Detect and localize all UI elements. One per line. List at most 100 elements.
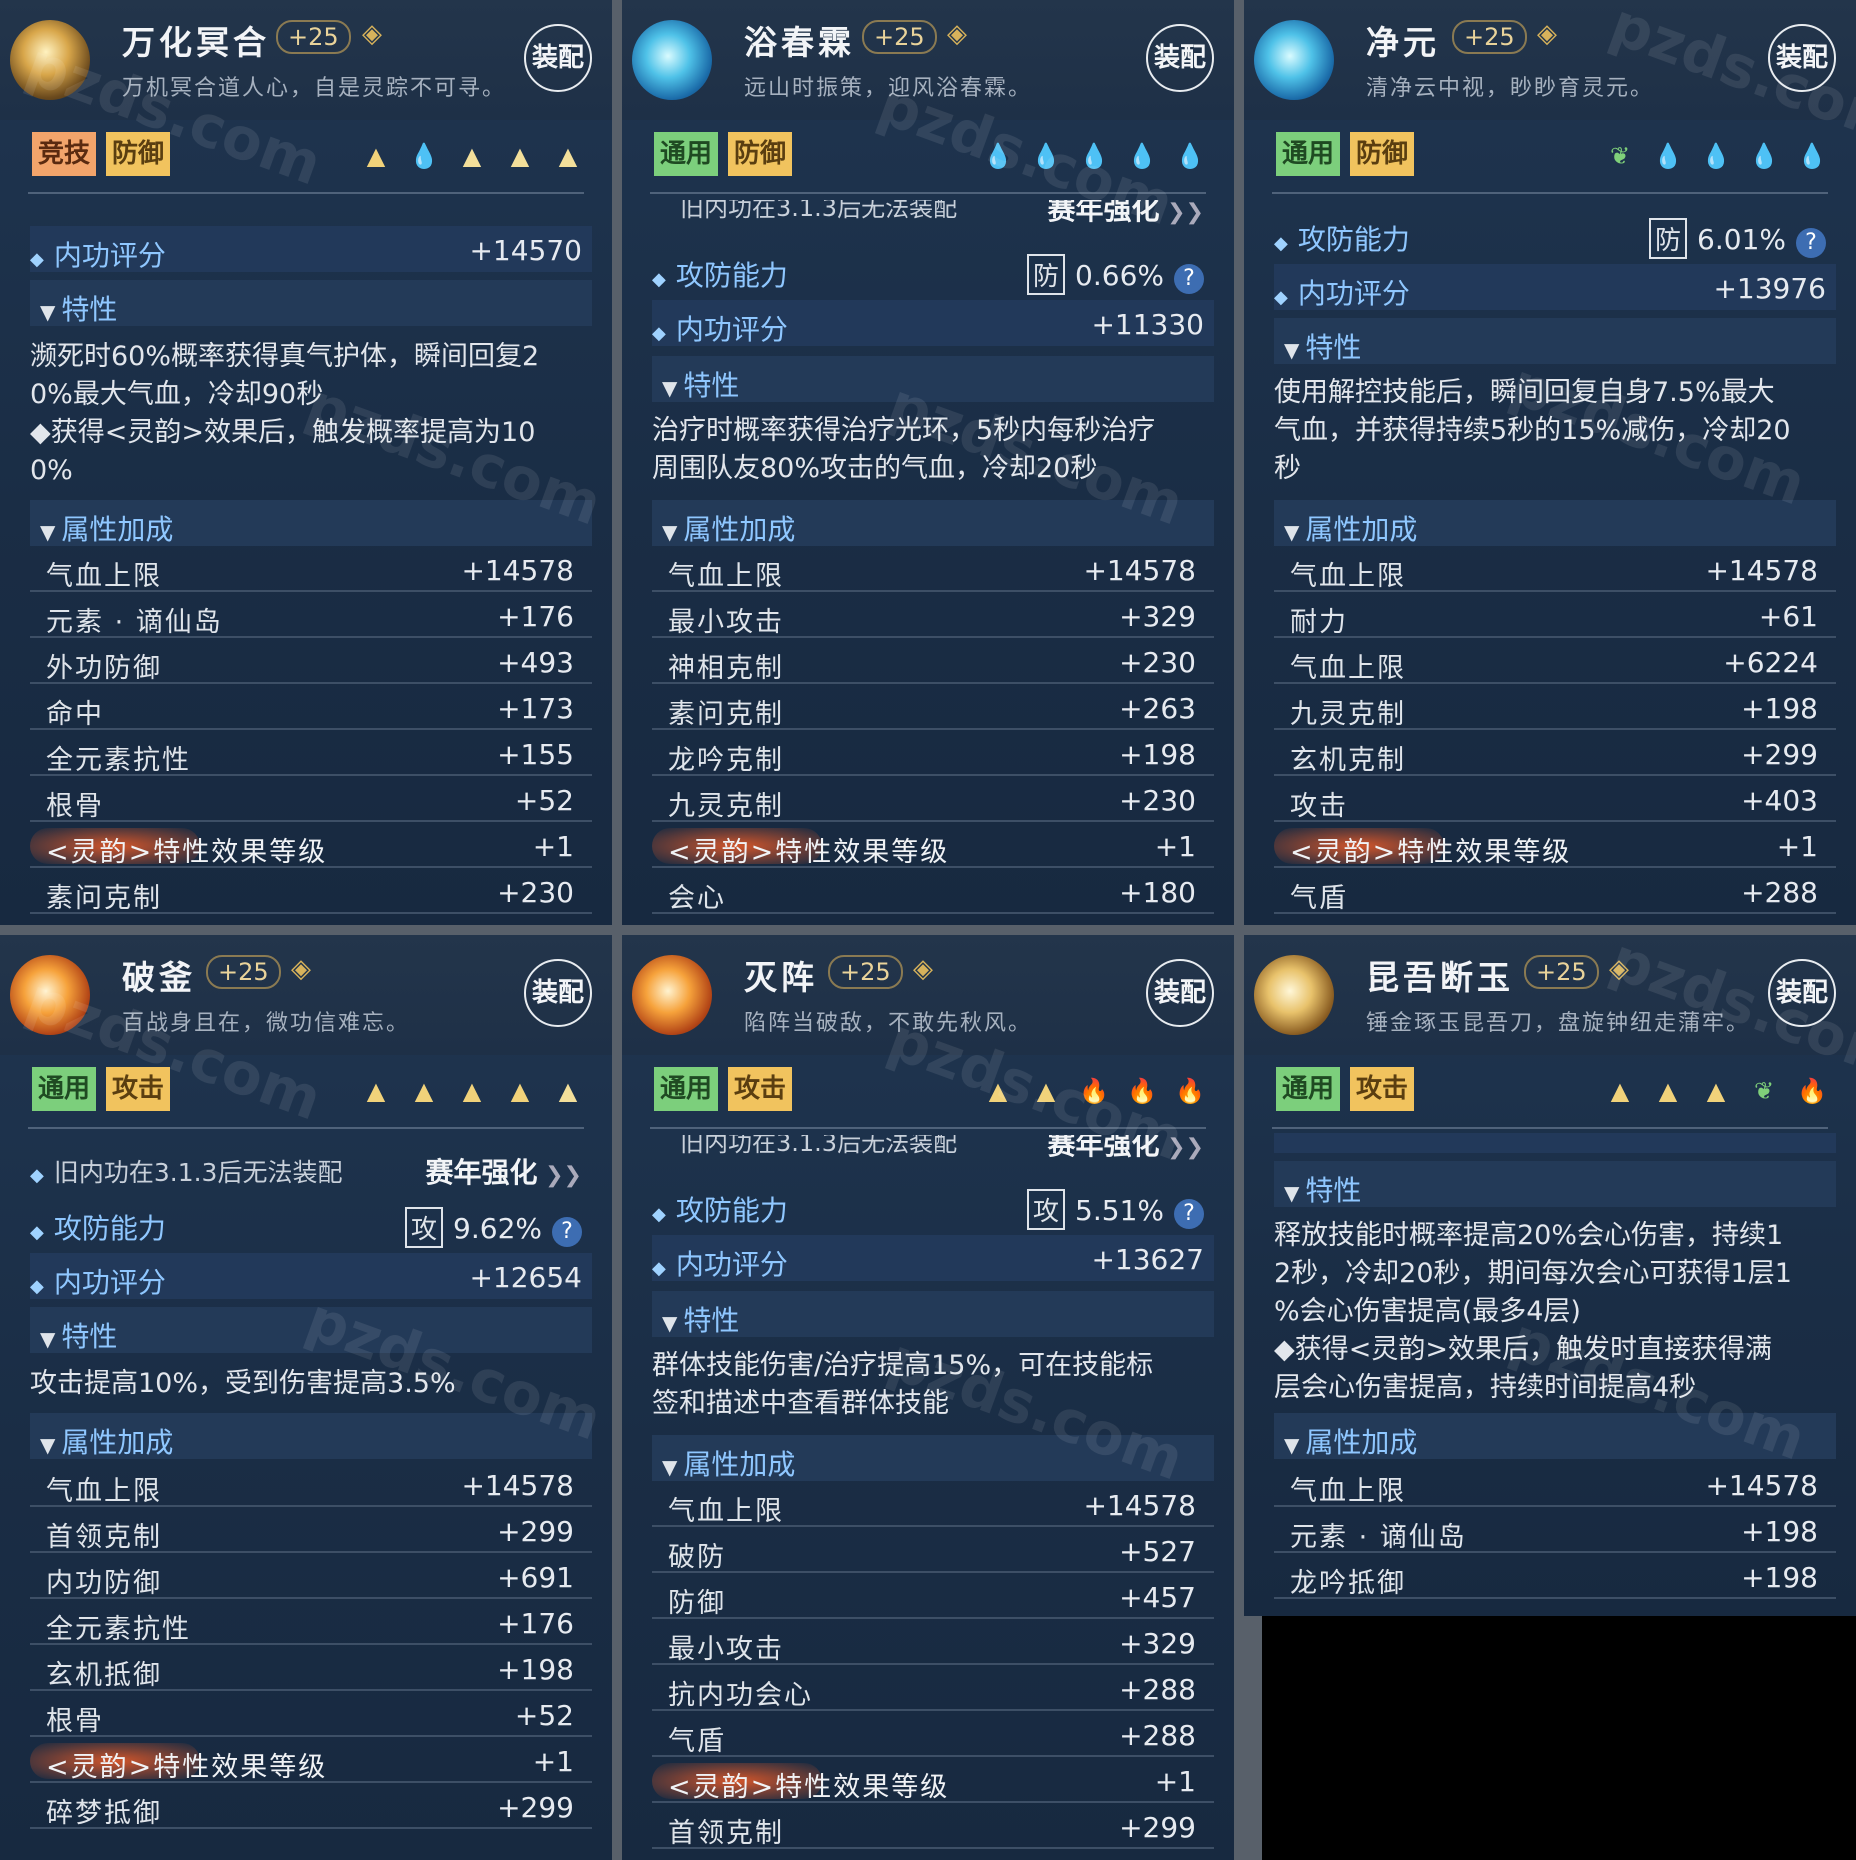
- mountain-icon: ▲: [558, 1077, 578, 1105]
- diamond-bullet-icon: ◆: [1274, 233, 1288, 254]
- score-row-clipped: [1274, 1133, 1836, 1153]
- attr-row: 玄机克制 +299: [1274, 734, 1836, 776]
- trait-section-header[interactable]: 特性: [1274, 318, 1836, 364]
- card-quote: 万机冥合道人心，自是灵踪不可寻。: [122, 76, 507, 101]
- trait-section-header[interactable]: 特性: [652, 356, 1214, 402]
- diamond-bullet-icon: ◆: [30, 249, 44, 270]
- help-icon[interactable]: ?: [1174, 1199, 1204, 1229]
- tag-arena: 竞技: [32, 132, 97, 176]
- equip-button[interactable]: 装配: [1768, 959, 1836, 1027]
- attr-section-header[interactable]: 属性加成: [30, 1413, 592, 1459]
- equip-button[interactable]: 装配: [1146, 959, 1214, 1027]
- card-quote: 百战身且在，微功信难忘。: [122, 1011, 411, 1036]
- diamond-bullet-icon: ◆: [1274, 287, 1288, 308]
- diamond-lock-icon[interactable]: ◈: [1602, 952, 1636, 986]
- diamond-bullet-icon: ◆: [652, 269, 666, 290]
- divider: [28, 192, 584, 194]
- attr-row: 攻击 +403: [1274, 780, 1836, 822]
- mountain-icon: ▲: [1658, 1077, 1678, 1105]
- card-title: 破釜: [122, 958, 196, 997]
- atkdef-value: 5.51%: [1075, 1194, 1164, 1227]
- attr-section-header[interactable]: 属性加成: [652, 1435, 1214, 1481]
- help-icon[interactable]: ?: [1796, 228, 1826, 258]
- attr-row: 气血上限 +14578: [652, 1485, 1214, 1527]
- atkdef-row: ◆ 攻防能力 防 6.01%?: [1274, 210, 1836, 259]
- attr-row: 防御 +457: [652, 1577, 1214, 1619]
- defense-badge: 防: [1649, 218, 1688, 259]
- trait-line: 0%: [30, 455, 73, 486]
- slot-icons: ❦ 💧 💧 💧 💧: [1588, 140, 1828, 172]
- score-label: 内功评分: [53, 1266, 166, 1299]
- attr-section-header[interactable]: 属性加成: [30, 500, 592, 546]
- section-title: 特性: [662, 1299, 739, 1339]
- diamond-lock-icon[interactable]: ◈: [906, 952, 940, 986]
- old-notice-row[interactable]: ◆ 旧内功在3.1.3后无法装配 赛年强化: [30, 1145, 592, 1191]
- level-badge: +25: [862, 20, 937, 54]
- tag-row: 通用 防御 ❦ 💧 💧 💧 💧: [1244, 132, 1856, 180]
- diamond-lock-icon[interactable]: ◈: [940, 17, 974, 51]
- attr-row: 九灵克制 +198: [1274, 688, 1836, 730]
- equip-button[interactable]: 装配: [524, 959, 592, 1027]
- divider: [1272, 192, 1828, 194]
- card-quote: 清净云中视，眇眇育灵元。: [1366, 76, 1655, 101]
- old-notice-row[interactable]: 旧内功在3.1.3后无法装配 赛年强化: [652, 1135, 1214, 1165]
- trait-section-header[interactable]: 特性: [30, 1307, 592, 1353]
- divider: [650, 192, 1206, 194]
- attr-row: 气血上限 +14578: [1274, 550, 1836, 592]
- score-label: 内功评分: [53, 239, 166, 272]
- equip-button[interactable]: 装配: [1768, 24, 1836, 92]
- score-label: 内功评分: [675, 1248, 788, 1281]
- trait-section-header[interactable]: 特性: [1274, 1161, 1836, 1207]
- score-value: +14570: [469, 234, 582, 267]
- drop-icon: 💧: [1653, 142, 1683, 170]
- atkdef-label: 攻防能力: [53, 1212, 166, 1245]
- season-enhance-link[interactable]: 赛年强化: [1047, 200, 1204, 228]
- equip-button[interactable]: 装配: [1146, 24, 1214, 92]
- slot-icons: ▲ ▲ ▲ ❦ 🔥: [1588, 1075, 1828, 1107]
- lingyun-attr-row: <灵韵>特性效果等级 +1: [30, 1741, 592, 1783]
- card-header: 净元 +25 ◈ 清净云中视，眇眇育灵元。 装配: [1244, 0, 1856, 120]
- diamond-lock-icon[interactable]: ◈: [1530, 17, 1564, 51]
- lingyun-attr-row: <灵韵>特性效果等级 +1: [652, 1761, 1214, 1803]
- card-title: 昆吾断玉: [1366, 958, 1514, 997]
- section-title: 属性加成: [662, 1443, 795, 1483]
- trait-line: 2秒，冷却20秒，期间每次会心可获得1层1: [1274, 1258, 1792, 1289]
- help-icon[interactable]: ?: [552, 1217, 582, 1247]
- diamond-lock-icon[interactable]: ◈: [355, 17, 389, 51]
- trait-section-header[interactable]: 特性: [652, 1291, 1214, 1337]
- trait-line: 使用解控技能后，瞬间回复自身7.5%最大: [1274, 377, 1775, 408]
- diamond-lock-icon[interactable]: ◈: [284, 952, 318, 986]
- attack-badge: 攻: [1027, 1189, 1066, 1230]
- drop-icon: 💧: [1031, 142, 1061, 170]
- level-badge: +25: [206, 955, 281, 989]
- help-icon[interactable]: ?: [1174, 264, 1204, 294]
- season-enhance-link[interactable]: 赛年强化: [1047, 1135, 1204, 1163]
- old-notice-row[interactable]: 旧内功在3.1.3后无法装配 赛年强化: [652, 200, 1214, 230]
- season-enhance-link[interactable]: 赛年强化: [425, 1151, 582, 1191]
- trait-line: 0%最大气血，冷却90秒: [30, 379, 324, 410]
- mountain-icon: ▲: [414, 1077, 434, 1105]
- attr-section-header[interactable]: 属性加成: [1274, 500, 1836, 546]
- attr-row: 耐力 +61: [1274, 596, 1836, 638]
- lingyun-attr-row: <灵韵>特性效果等级 +1: [1274, 826, 1836, 868]
- trait-line: 治疗时概率获得治疗光环，5秒内每秒治疗: [652, 415, 1156, 446]
- divider: [28, 1127, 584, 1129]
- slot-icons: ▲ ▲ 🔥 🔥 🔥: [966, 1075, 1206, 1107]
- card-header: 灭阵 +25 ◈ 陷阵当破敌，不敢先秋风。 装配: [622, 935, 1234, 1055]
- attr-section-header[interactable]: 属性加成: [652, 500, 1214, 546]
- card-title: 浴春霖: [744, 23, 855, 62]
- card-quote: 锤金琢玉昆吾刀，盘旋钟纽走蒲牢。: [1366, 1011, 1751, 1036]
- attr-row: 会心 +180: [652, 872, 1214, 914]
- attr-section-header[interactable]: 属性加成: [1274, 1413, 1836, 1459]
- atkdef-label: 攻防能力: [1297, 223, 1410, 256]
- attr-row: 玄机抵御 +198: [30, 1649, 592, 1691]
- score-value: +12654: [469, 1261, 582, 1294]
- trait-line: 气血，并获得持续5秒的15%减伤，冷却20: [1274, 415, 1791, 446]
- trait-line: %会心伤害提高(最多4层): [1274, 1296, 1581, 1327]
- trait-section-header[interactable]: 特性: [30, 280, 592, 326]
- mountain-icon: ▲: [1610, 1077, 1630, 1105]
- tag-defense: 防御: [106, 132, 171, 176]
- attr-row: 龙吟抵御 +198: [1274, 1557, 1836, 1599]
- mountain-icon: ▲: [1036, 1077, 1056, 1105]
- equip-button[interactable]: 装配: [524, 24, 592, 92]
